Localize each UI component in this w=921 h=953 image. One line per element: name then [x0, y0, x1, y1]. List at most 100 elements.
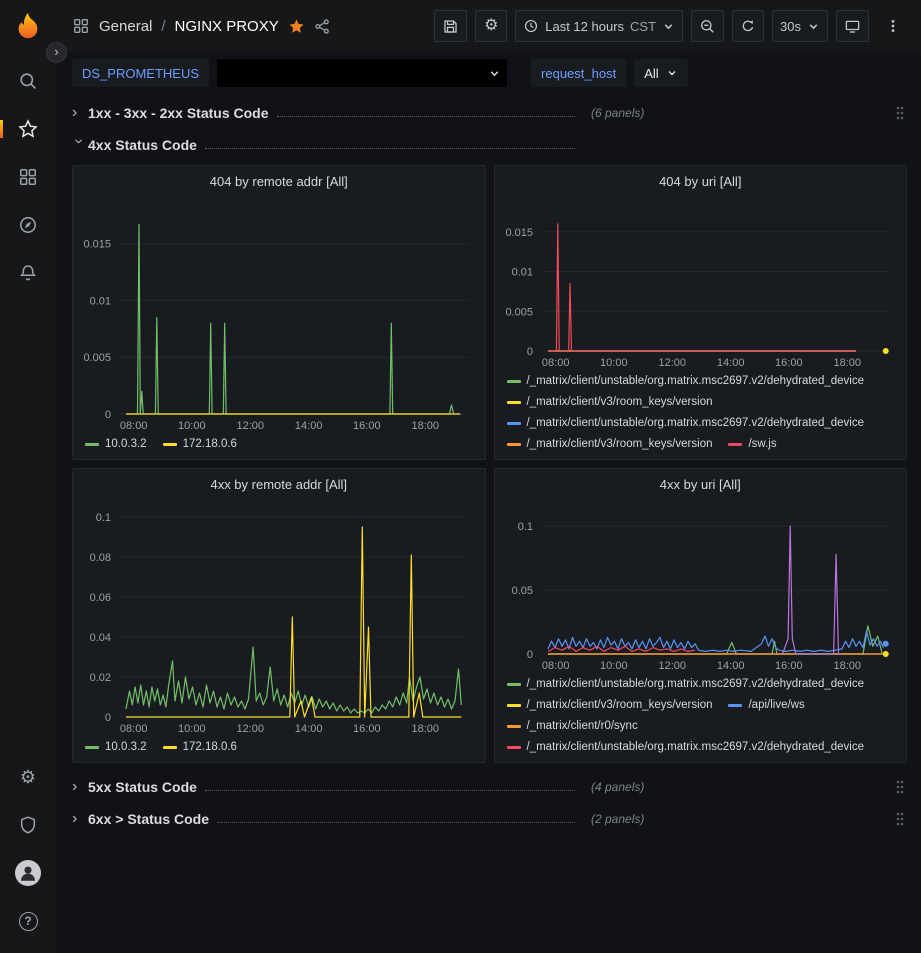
refresh-button[interactable]: [732, 10, 764, 42]
favorite-star-icon[interactable]: [288, 18, 305, 35]
legend-item[interactable]: /sw.js: [728, 434, 776, 455]
svg-text:08:00: 08:00: [541, 357, 569, 369]
legend-item[interactable]: 172.18.0.6: [163, 737, 237, 758]
drag-handle-icon[interactable]: [893, 777, 907, 797]
star-icon: [18, 119, 38, 139]
variable-datasource-label[interactable]: DS_PROMETHEUS: [72, 59, 209, 87]
legend-item[interactable]: 10.0.3.2: [85, 434, 147, 455]
sidebar-item-configuration[interactable]: ⚙: [0, 753, 56, 801]
legend-item[interactable]: /_matrix/client/unstable/org.matrix.msc2…: [507, 413, 865, 434]
dashboard-row-1xx-3xx-2xx[interactable]: › 1xx - 3xx - 2xx Status Code (6 panels): [72, 98, 907, 128]
svg-text:0.02: 0.02: [90, 672, 111, 684]
save-icon: [442, 18, 459, 35]
row-panel-count: (6 panels): [591, 106, 644, 120]
legend-item[interactable]: /_matrix/client/unstable/org.matrix.msc2…: [507, 371, 865, 392]
legend-item[interactable]: /_matrix/client/r0/sync: [507, 716, 638, 737]
chevron-right-icon: ›: [72, 105, 88, 121]
legend-item[interactable]: /_matrix/client/unstable/org.matrix.msc2…: [507, 737, 865, 758]
panel-title-text: 4xx by uri [All]: [660, 477, 741, 492]
sidebar-item-profile[interactable]: [0, 849, 56, 897]
breadcrumb-dashboard-title[interactable]: NGINX PROXY: [175, 18, 279, 35]
svg-text:0.015: 0.015: [505, 227, 533, 239]
panel-title[interactable]: 404 by uri [All]: [495, 166, 907, 196]
sidebar-item-alerting[interactable]: [0, 249, 56, 297]
kebab-menu-icon: [885, 18, 901, 34]
drag-handle-icon[interactable]: [893, 809, 907, 829]
legend-item[interactable]: /_matrix/client/v3/room_keys/version: [507, 695, 713, 716]
save-dashboard-button[interactable]: [434, 10, 467, 42]
timeseries-chart[interactable]: 00.0050.010.01508:0010:0012:0014:0016:00…: [73, 196, 485, 434]
refresh-interval-picker[interactable]: 30s: [772, 10, 828, 42]
dashboards-grid-icon: [18, 167, 38, 187]
time-range-picker[interactable]: Last 12 hours CST: [515, 10, 683, 42]
dashboard-body: › 1xx - 3xx - 2xx Status Code (6 panels)…: [56, 92, 921, 953]
help-icon: ?: [19, 912, 38, 931]
row-title: 6xx > Status Code: [88, 811, 209, 827]
panel-title[interactable]: 404 by remote addr [All]: [73, 166, 485, 196]
svg-text:18:00: 18:00: [833, 357, 861, 369]
svg-text:12:00: 12:00: [236, 723, 264, 735]
row-leader-dots: [277, 116, 575, 117]
svg-text:10:00: 10:00: [600, 357, 628, 369]
zoom-out-button[interactable]: [691, 10, 724, 42]
dashboard-row-6xx[interactable]: › 6xx > Status Code (2 panels): [72, 804, 907, 834]
chevron-down-icon: [488, 67, 501, 80]
legend-series-swatch: [507, 422, 521, 425]
sidebar-expand-button[interactable]: ›: [46, 42, 67, 63]
variable-datasource-dropdown[interactable]: [217, 59, 507, 87]
grafana-logo-icon[interactable]: [13, 11, 43, 41]
dashboard-row-4xx[interactable]: › 4xx Status Code: [72, 130, 907, 160]
navbar-actions: ⚙ Last 12 hours CST: [434, 10, 909, 42]
dashboard-variables-bar: DS_PROMETHEUS request_host All: [56, 52, 921, 92]
legend-series-label: 172.18.0.6: [183, 737, 237, 758]
svg-text:10:00: 10:00: [178, 723, 206, 735]
breadcrumb-section[interactable]: General: [99, 18, 152, 35]
sidebar-item-search[interactable]: [0, 57, 56, 105]
tv-mode-button[interactable]: [836, 10, 869, 42]
chevron-right-icon: ›: [72, 779, 88, 795]
compass-icon: [18, 215, 38, 235]
svg-text:16:00: 16:00: [353, 420, 381, 432]
variable-request-host-label[interactable]: request_host: [531, 59, 626, 87]
sidebar-item-explore[interactable]: [0, 201, 56, 249]
legend-item[interactable]: 172.18.0.6: [163, 434, 237, 455]
row-leader-dots: [205, 790, 575, 791]
sidebar-item-starred[interactable]: [0, 105, 56, 153]
panel-title[interactable]: 4xx by remote addr [All]: [73, 469, 485, 499]
svg-text:0: 0: [105, 409, 111, 421]
variable-request-host-value: All: [644, 66, 658, 81]
timeseries-chart[interactable]: 00.0050.010.01508:0010:0012:0014:0016:00…: [495, 196, 907, 371]
legend-series-swatch: [507, 683, 521, 686]
dashboard-row-5xx[interactable]: › 5xx Status Code (4 panels): [72, 772, 907, 802]
panel-legend: /_matrix/client/unstable/org.matrix.msc2…: [495, 371, 907, 459]
timeseries-chart[interactable]: 00.050.108:0010:0012:0014:0016:0018:00: [495, 499, 907, 674]
more-options-button[interactable]: [877, 10, 909, 42]
drag-handle-icon[interactable]: [893, 103, 907, 123]
legend-series-label: /_matrix/client/unstable/org.matrix.msc2…: [527, 737, 865, 758]
refresh-icon: [740, 18, 756, 34]
svg-text:0.05: 0.05: [511, 585, 532, 597]
legend-series-label: /_matrix/client/v3/room_keys/version: [527, 392, 713, 413]
sidebar-item-help[interactable]: ?: [0, 897, 56, 945]
panel-title[interactable]: 4xx by uri [All]: [495, 469, 907, 499]
legend-item[interactable]: /_matrix/client/v3/room_keys/version: [507, 434, 713, 455]
legend-series-label: 10.0.3.2: [105, 434, 147, 455]
legend-series-swatch: [163, 746, 177, 749]
legend-item[interactable]: 10.0.3.2: [85, 737, 147, 758]
legend-item[interactable]: /_matrix/client/v3/room_keys/version: [507, 392, 713, 413]
legend-item[interactable]: /_matrix/client/unstable/org.matrix.msc2…: [507, 674, 865, 695]
sidebar-item-dashboards[interactable]: [0, 153, 56, 201]
svg-text:12:00: 12:00: [236, 420, 264, 432]
legend-series-swatch: [507, 401, 521, 404]
svg-text:0.01: 0.01: [511, 267, 532, 279]
svg-text:08:00: 08:00: [120, 723, 148, 735]
share-icon[interactable]: [314, 18, 331, 35]
row-panel-count: (2 panels): [591, 812, 644, 826]
panel-legend: 10.0.3.2 172.18.0.6: [73, 737, 485, 762]
sidebar-item-server-admin[interactable]: [0, 801, 56, 849]
legend-item[interactable]: /api/live/ws: [728, 695, 804, 716]
timeseries-chart[interactable]: 00.020.040.060.080.108:0010:0012:0014:00…: [73, 499, 485, 737]
variable-request-host-dropdown[interactable]: All: [634, 59, 687, 87]
zoom-out-icon: [699, 18, 716, 35]
dashboard-settings-button[interactable]: ⚙: [475, 10, 507, 42]
